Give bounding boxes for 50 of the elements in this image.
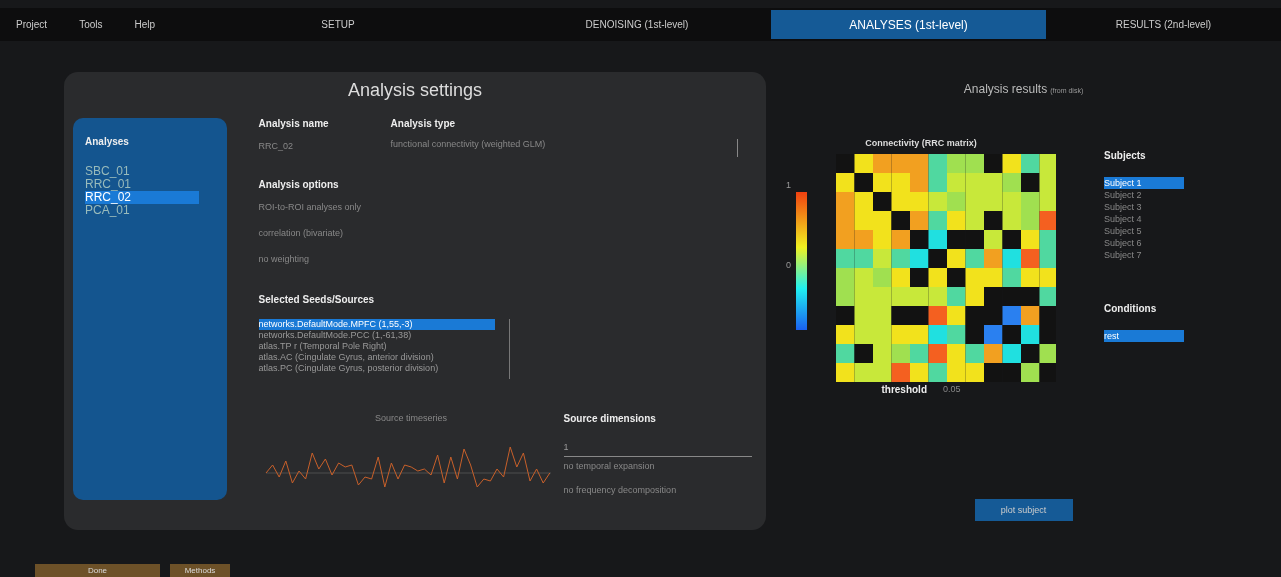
subject-item[interactable]: Subject 3 [1104,201,1184,213]
field-label: Analysis type [390,118,457,129]
subject-item[interactable]: Subject 1 [1104,177,1184,189]
subject-item[interactable]: Subject 5 [1104,225,1184,237]
section-heading: Selected Seeds/Sources [258,294,376,305]
tab[interactable]: SETUP [173,10,503,39]
tab[interactable]: ANALYSES (1st-level) [771,10,1046,39]
menu-item[interactable]: Tools [63,8,119,41]
source-item[interactable]: atlas.PC (Cingulate Gyrus, posterior division) [258,363,495,374]
tab[interactable]: RESULTS (2nd-level) [1046,10,1281,39]
analysis-item[interactable]: PCA_01 [85,204,199,217]
subject-item[interactable]: Subject 4 [1104,213,1184,225]
threshold-value[interactable]: 0.05 [943,384,961,405]
timeseries-title: Source timeseries [375,413,448,423]
matrix-title: Connectivity (RRC matrix) [865,138,977,148]
subject-item[interactable]: Subject 6 [1104,237,1184,249]
analysis-name-value: RRC_02 [258,141,295,151]
field-label: Analysis name [258,118,329,129]
section-heading: Source dimensions [563,413,657,424]
dimensions-field[interactable]: 1 [563,434,752,457]
source-item[interactable]: networks.DefaultMode.PCC (1,-61,38) [258,330,495,341]
menu-item[interactable]: Help [118,8,172,41]
section-heading: Analysis options [258,179,340,190]
done-button[interactable]: Done [35,564,160,577]
subject-item[interactable]: Subject 2 [1104,189,1184,201]
menu-item[interactable]: Project [0,8,64,41]
sidebar-heading: Analyses [85,136,130,147]
sources-list[interactable]: networks.DefaultMode.MPFC (1,55,-3) networks.DefaultMode.PCC (1,-61,38) atlas.TP r (Temporal Pole Right) atlas.AC (Cingulate Gyrus, anterior division) atlas.PC (Cingulate Gyrus, posterior division) [258,319,510,379]
source-item[interactable]: atlas.AC (Cingulate Gyrus, anterior division) [258,352,495,363]
list-heading: Conditions [1104,303,1158,314]
option-value[interactable]: ROI-to-ROI analyses only [258,202,757,212]
condition-item[interactable]: rest [1104,330,1184,342]
threshold-label: threshold [881,384,927,395]
option-value[interactable]: no weighting [258,254,757,264]
option-value[interactable]: correlation (bivariate) [258,228,757,238]
analysis-type-field[interactable]: functional connectivity (weighted GLM) [390,139,738,157]
heatmap-drawing: 1 0 [786,152,1056,384]
source-item[interactable]: atlas.TP r (Temporal Pole Right) [258,341,495,352]
source-item[interactable]: networks.DefaultMode.MPFC (1,55,-3) [258,319,495,330]
list-heading: Subjects [1104,150,1147,161]
analysis-item[interactable]: RRC_02 [85,191,199,204]
analysis-item[interactable]: SBC_01 [85,165,199,178]
methods-button[interactable]: Methods [170,564,230,577]
option-value[interactable]: no frequency decomposition [563,485,752,495]
option-value[interactable]: no temporal expansion [563,461,752,471]
panel-title: Analysis settings [346,79,484,102]
plot-subject-button[interactable]: plot subject [974,499,1073,521]
tab[interactable]: DENOISING (1st-level) [503,10,771,39]
subject-item[interactable]: Subject 7 [1104,249,1184,261]
analysis-item[interactable]: RRC_01 [85,178,199,191]
